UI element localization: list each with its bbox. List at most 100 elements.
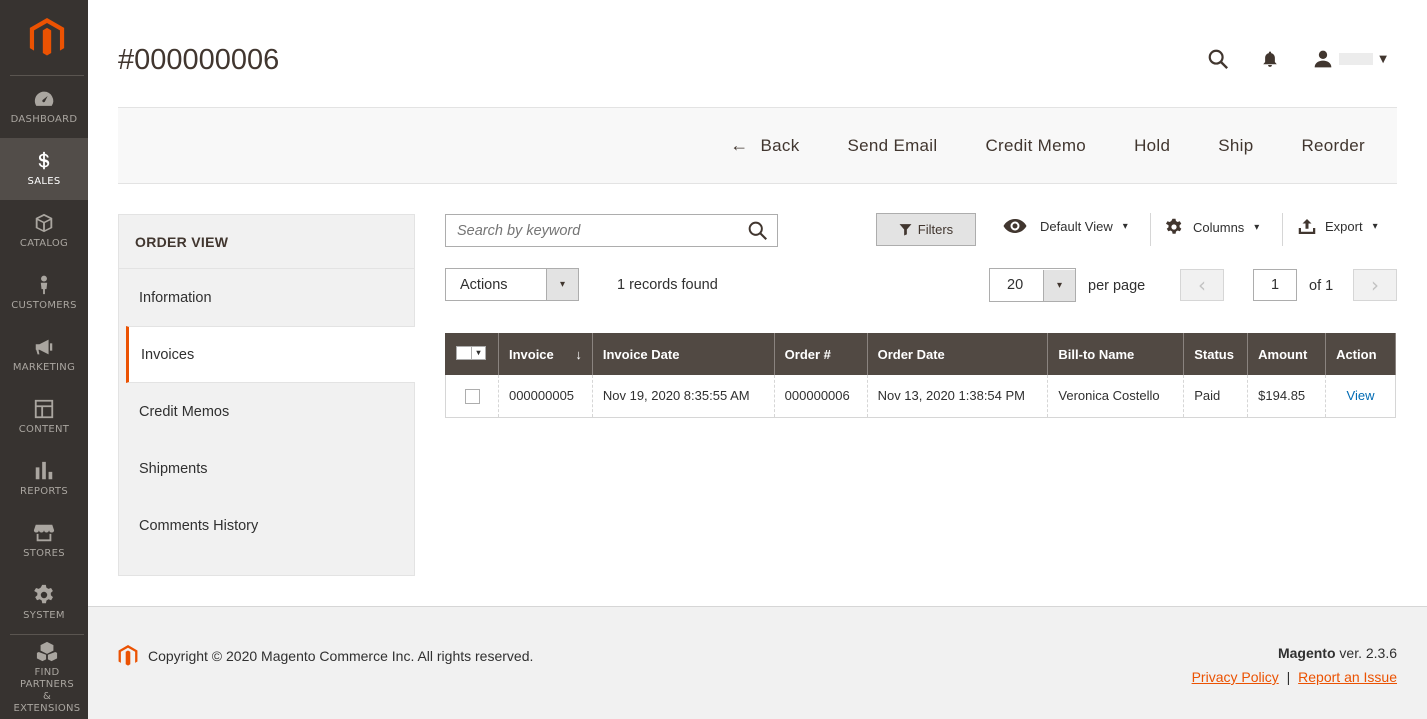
next-page-button[interactable]: ›: [1353, 269, 1397, 301]
nav-find-partners-label: FIND PARTNERS: [19, 666, 75, 690]
admin-sidebar: DASHBOARD SALES CATALOG CUSTOMERS MARKET…: [0, 0, 88, 719]
column-header-order-date[interactable]: Order Date: [866, 333, 1049, 375]
nav-find-partners-label-2: & EXTENSIONS: [13, 690, 81, 714]
report-issue-link[interactable]: Report an Issue: [1298, 669, 1397, 685]
cell-order-date: Nov 13, 2020 1:38:54 PM: [866, 375, 1049, 418]
cell-bill-to-name: Veronica Costello: [1047, 375, 1185, 418]
dollar-icon: [38, 151, 50, 170]
per-page-label: per page: [1088, 278, 1146, 294]
nav-content[interactable]: CONTENT: [0, 386, 88, 448]
mass-actions-select[interactable]: Actions ▾: [445, 268, 579, 301]
chevron-down-icon: ▾: [1043, 269, 1075, 301]
send-email-button[interactable]: Send Email: [848, 136, 938, 156]
chevron-down-icon: ▾: [472, 345, 486, 360]
global-search-icon[interactable]: [1205, 46, 1231, 72]
column-header-bill-to-name[interactable]: Bill-to Name: [1047, 333, 1185, 375]
nav-customers[interactable]: CUSTOMERS: [0, 262, 88, 324]
chevron-down-icon: ▾: [1372, 221, 1378, 232]
per-page-select[interactable]: 20 ▾: [989, 268, 1076, 302]
version-brand: Magento: [1277, 645, 1336, 661]
megaphone-icon: [35, 339, 53, 355]
nav-content-label: CONTENT: [18, 424, 70, 435]
notifications-bell-icon[interactable]: [1257, 46, 1283, 72]
column-header-amount[interactable]: Amount: [1247, 333, 1327, 375]
magento-logo-icon: [29, 17, 65, 56]
order-actions-toolbar: ← Back Send Email Credit Memo Hold Ship …: [118, 107, 1397, 184]
columns-label: Columns: [1193, 219, 1245, 235]
footer-links: Privacy Policy | Report an Issue: [1192, 669, 1397, 685]
version-number: ver. 2.3.6: [1335, 645, 1397, 661]
view-invoice-link[interactable]: View: [1347, 388, 1375, 403]
tab-invoices[interactable]: Invoices: [126, 326, 415, 383]
user-icon: [1314, 50, 1332, 68]
tab-information[interactable]: Information: [119, 269, 414, 326]
cell-order-number: 000000006: [773, 375, 868, 418]
tab-comments-history[interactable]: Comments History: [119, 497, 414, 554]
select-all-checkbox[interactable]: [456, 345, 472, 360]
column-header-order-number[interactable]: Order #: [773, 333, 868, 375]
dashboard-icon: [34, 91, 54, 106]
copyright-text: Copyright © 2020 Magento Commerce Inc. A…: [148, 648, 534, 664]
nav-customers-label: CUSTOMERS: [11, 300, 77, 311]
user-account-menu[interactable]: ▼: [1313, 49, 1387, 69]
nav-stores[interactable]: STORES: [0, 510, 88, 572]
page-count: of 1: [1309, 278, 1334, 294]
export-label: Export: [1325, 219, 1363, 234]
cell-status: Paid: [1183, 375, 1249, 418]
gear-icon: [34, 584, 53, 604]
layout-icon: [34, 399, 54, 419]
toolbar-divider: [1282, 213, 1283, 246]
chevron-down-icon: ▾: [1254, 221, 1260, 233]
nav-system-label: SYSTEM: [23, 610, 65, 621]
privacy-policy-link[interactable]: Privacy Policy: [1192, 669, 1279, 685]
nav-marketing-label: MARKETING: [12, 362, 76, 373]
nav-sales-label: SALES: [27, 176, 61, 187]
nav-marketing[interactable]: MARKETING: [0, 324, 88, 386]
back-arrow-icon: ←: [730, 135, 749, 155]
row-checkbox[interactable]: [465, 388, 480, 404]
chevron-down-icon: ▼: [1379, 53, 1387, 65]
reorder-button[interactable]: Reorder: [1301, 136, 1365, 156]
table-header-row: ▾ Invoice ↓ Invoice Date Order # Order D…: [445, 333, 1396, 375]
nav-sales[interactable]: SALES: [0, 138, 88, 200]
column-header-invoice-date[interactable]: Invoice Date: [591, 333, 775, 375]
column-header-status[interactable]: Status: [1183, 333, 1249, 375]
export-dropdown[interactable]: Export ▾: [1298, 218, 1378, 235]
nav-find-partners[interactable]: FIND PARTNERS & EXTENSIONS: [10, 634, 84, 719]
ship-button[interactable]: Ship: [1218, 136, 1253, 156]
magento-logo[interactable]: [10, 0, 84, 76]
gear-icon: [1165, 218, 1182, 234]
cell-action: View: [1325, 375, 1396, 418]
column-header-invoice[interactable]: Invoice ↓: [497, 333, 593, 375]
page-number-input[interactable]: 1: [1253, 269, 1297, 301]
nav-catalog-label: CATALOG: [19, 238, 69, 249]
nav-system[interactable]: SYSTEM: [0, 572, 88, 634]
tab-credit-memos[interactable]: Credit Memos: [119, 383, 414, 440]
nav-reports-label: REPORTS: [20, 486, 68, 497]
search-input[interactable]: [457, 222, 737, 239]
previous-page-button[interactable]: ‹: [1180, 269, 1224, 301]
bar-chart-icon: [35, 461, 53, 480]
nav-reports[interactable]: REPORTS: [0, 448, 88, 510]
default-view-dropdown[interactable]: Default View ▾: [1003, 218, 1128, 234]
back-button[interactable]: ← Back: [730, 135, 799, 156]
tab-shipments[interactable]: Shipments: [119, 440, 414, 497]
credit-memo-button[interactable]: Credit Memo: [985, 136, 1086, 156]
mass-select-dropdown[interactable]: ▾: [456, 345, 486, 360]
person-icon: [40, 275, 48, 295]
nav-catalog[interactable]: CATALOG: [0, 200, 88, 262]
table-row[interactable]: 000000005 Nov 19, 2020 8:35:55 AM 000000…: [445, 375, 1396, 418]
hold-button[interactable]: Hold: [1134, 136, 1170, 156]
eye-icon: [1003, 219, 1027, 233]
default-view-label: Default View: [1040, 218, 1113, 234]
columns-dropdown[interactable]: Columns ▾: [1165, 218, 1259, 236]
page-title: #000000006: [118, 44, 280, 76]
filters-button[interactable]: Filters: [876, 213, 976, 246]
nav-stores-label: STORES: [23, 548, 65, 559]
user-name: [1339, 53, 1374, 65]
nav-dashboard[interactable]: DASHBOARD: [0, 76, 88, 138]
mass-select-header[interactable]: ▾: [445, 333, 499, 375]
search-icon[interactable]: [737, 220, 777, 241]
sort-arrow-icon: ↓: [575, 346, 582, 362]
column-header-invoice-label: Invoice: [508, 346, 554, 362]
